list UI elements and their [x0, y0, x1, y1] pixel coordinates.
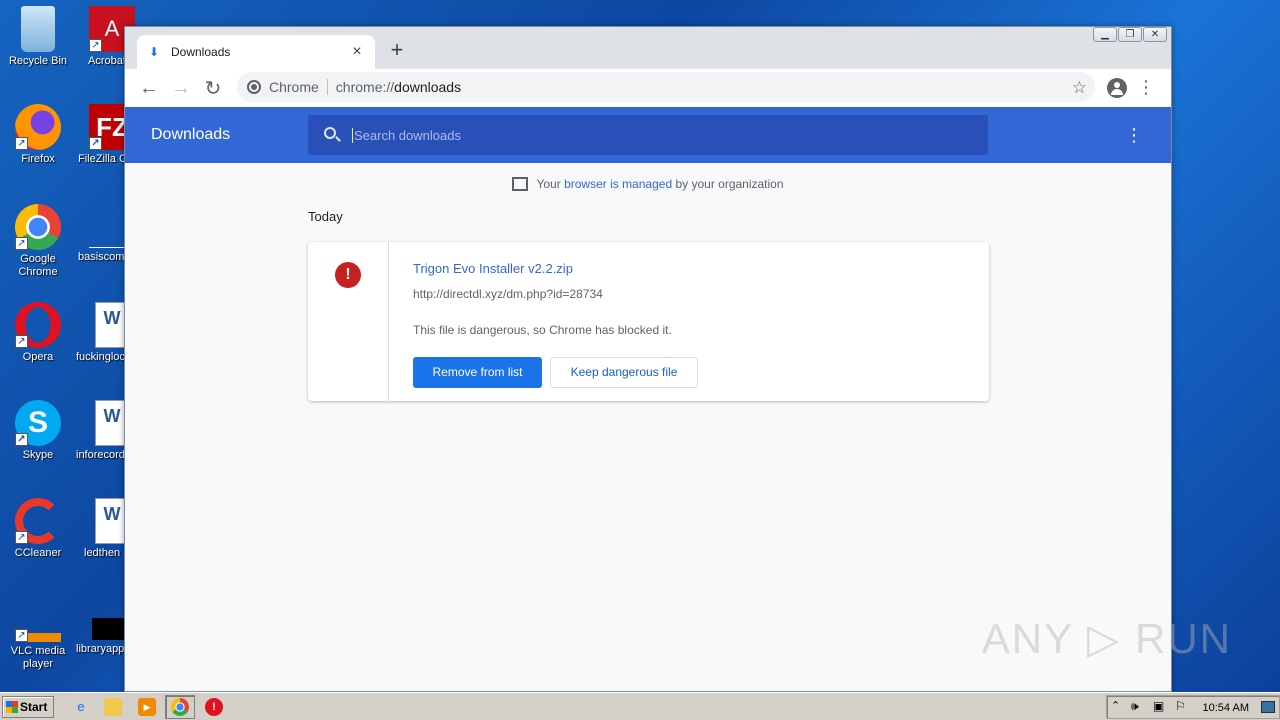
tab-downloads[interactable]: ⬇ Downloads × — [137, 35, 375, 69]
chrome-menu-icon[interactable]: ⋮ — [1137, 77, 1155, 97]
omnibox-url: chrome://downloads — [336, 79, 461, 95]
media-player-icon[interactable]: ▶ — [138, 698, 156, 716]
recycle-bin-icon — [21, 6, 55, 52]
minimize-button[interactable]: ▁ — [1093, 27, 1117, 42]
page-title: Downloads — [151, 126, 231, 143]
reload-button[interactable]: ↻ — [197, 72, 229, 104]
firefox-icon: ↗ — [15, 104, 61, 150]
desktop-icon-label: FileZilla C — [78, 153, 126, 165]
action-center-flag-icon[interactable]: ⚐ — [1175, 699, 1186, 713]
desktop-icon-chrome[interactable]: ↗ Google Chrome — [0, 204, 76, 279]
desktop-icon-label: Recycle Bin — [8, 55, 68, 67]
download-icon: ⬇ — [149, 45, 160, 59]
managed-notice: Your browser is managed by your organiza… — [125, 177, 1171, 191]
close-window-button[interactable]: ✕ — [1143, 27, 1167, 42]
chrome-window: ⬇ Downloads × + ▁ ❐ ✕ ← → ↻ Chrome chrom… — [124, 26, 1172, 692]
danger-warning-icon: ! — [335, 262, 361, 288]
omnibox-url-path: downloads — [394, 79, 462, 95]
download-danger-message: This file is dangerous, so Chrome has bl… — [413, 323, 672, 337]
chrome-page-icon — [247, 80, 261, 94]
desktop-icon-label: libraryapp — [76, 643, 124, 655]
chrome-icon: ↗ — [15, 204, 61, 250]
desktop-icon-label: VLC media player — [10, 645, 66, 670]
desktop-icon-opera[interactable]: ↗ Opera — [0, 302, 76, 364]
download-source-url: http://directdl.xyz/dm.php?id=28734 — [413, 287, 603, 301]
show-desktop-icon[interactable] — [1261, 701, 1275, 713]
tab-strip: ⬇ Downloads × + ▁ ❐ ✕ — [125, 27, 1171, 69]
system-tray: ⌃ 🕪 ▣ ⚐ 10:54 AM — [1106, 695, 1280, 719]
managed-text-post: by your organization — [672, 177, 784, 191]
arrow-left-icon: ← — [139, 76, 159, 99]
window-controls: ▁ ❐ ✕ — [1092, 27, 1167, 42]
download-item-card: ! Trigon Evo Installer v2.2.zip http://d… — [308, 242, 989, 401]
desktop-icon-recycle-bin[interactable]: Recycle Bin — [0, 6, 76, 68]
back-button[interactable]: ← — [133, 72, 165, 104]
bookmark-star-icon[interactable]: ☆ — [1072, 78, 1087, 98]
omnibox-separator — [326, 79, 328, 95]
anyrun-watermark: ANY ▷ RUN — [981, 615, 1232, 662]
new-tab-button[interactable]: + — [387, 39, 407, 61]
search-input[interactable]: Search downloads — [352, 127, 461, 143]
desktop-icon-label: CCleaner — [14, 547, 62, 559]
desktop-icon-label: basiscomm — [78, 251, 126, 263]
desktop-icon-label: Firefox — [21, 153, 55, 165]
desktop-icon-label: Opera — [22, 351, 54, 363]
start-label: Start — [20, 700, 48, 714]
start-button[interactable]: Start — [2, 696, 54, 718]
downloads-header: Downloads Search downloads ⋮ — [125, 107, 1171, 163]
tab-title: Downloads — [171, 45, 231, 59]
search-downloads-field[interactable]: Search downloads — [308, 115, 988, 155]
ccleaner-icon: ↗ — [15, 498, 61, 544]
date-section-heading: Today — [308, 209, 343, 224]
remove-from-list-button[interactable]: Remove from list — [413, 357, 542, 388]
building-icon — [512, 177, 529, 191]
ie-icon[interactable]: e — [72, 698, 90, 716]
omnibox-url-scheme: chrome:// — [335, 79, 395, 95]
keep-dangerous-file-button[interactable]: Keep dangerous file — [550, 357, 698, 388]
network-icon[interactable]: ▣ — [1153, 699, 1164, 713]
download-item-icon-area: ! — [308, 242, 389, 401]
desktop-icon-vlc[interactable]: ↗ VLC media player — [0, 596, 76, 671]
desktop-icon-firefox[interactable]: ↗ Firefox — [0, 104, 76, 166]
omnibox-host: Chrome — [269, 79, 319, 95]
download-filename[interactable]: Trigon Evo Installer v2.2.zip — [413, 261, 573, 276]
managed-link[interactable]: browser is managed — [564, 177, 672, 191]
desktop-icon-label: Skype — [22, 449, 54, 461]
taskbar: Start e ▶ ! ⌃ 🕪 ▣ ⚐ 10:54 AM — [0, 692, 1280, 720]
arrow-right-icon: → — [171, 76, 191, 99]
profile-avatar-icon[interactable] — [1107, 78, 1127, 98]
opera-taskbar-icon[interactable]: ! — [205, 698, 223, 716]
skype-icon: S ↗ — [15, 400, 61, 446]
desktop-icon-label: fuckingloc — [76, 351, 124, 363]
forward-button[interactable]: → — [165, 72, 197, 104]
desktop-icon-skype[interactable]: S ↗ Skype — [0, 400, 76, 462]
vlc-icon: ↗ — [15, 596, 61, 642]
folder-icon[interactable] — [104, 698, 122, 716]
browser-toolbar: ← → ↻ Chrome chrome://downloads ☆ ⋮ — [125, 69, 1171, 107]
opera-icon: ↗ — [15, 302, 61, 348]
clock[interactable]: 10:54 AM — [1203, 702, 1249, 714]
desktop-icon-ccleaner[interactable]: ↗ CCleaner — [0, 498, 76, 560]
reload-icon: ↻ — [204, 77, 222, 100]
windows-logo-icon — [6, 701, 18, 713]
omnibox[interactable]: Chrome chrome://downloads ☆ — [237, 72, 1095, 102]
desktop-icon-label: Google Chrome — [18, 253, 58, 278]
tab-close-icon[interactable]: × — [349, 44, 365, 60]
restore-button[interactable]: ❐ — [1118, 27, 1142, 42]
chrome-taskbar-icon[interactable] — [171, 698, 189, 716]
desktop-icon-label: inforecord — [76, 449, 124, 461]
managed-text-pre: Your — [536, 177, 565, 191]
downloads-more-actions-icon[interactable]: ⋮ — [1125, 125, 1143, 145]
tray-expand-icon[interactable]: ⌃ — [1111, 699, 1120, 712]
search-icon — [308, 126, 352, 144]
volume-icon[interactable]: 🕪 — [1131, 699, 1139, 714]
